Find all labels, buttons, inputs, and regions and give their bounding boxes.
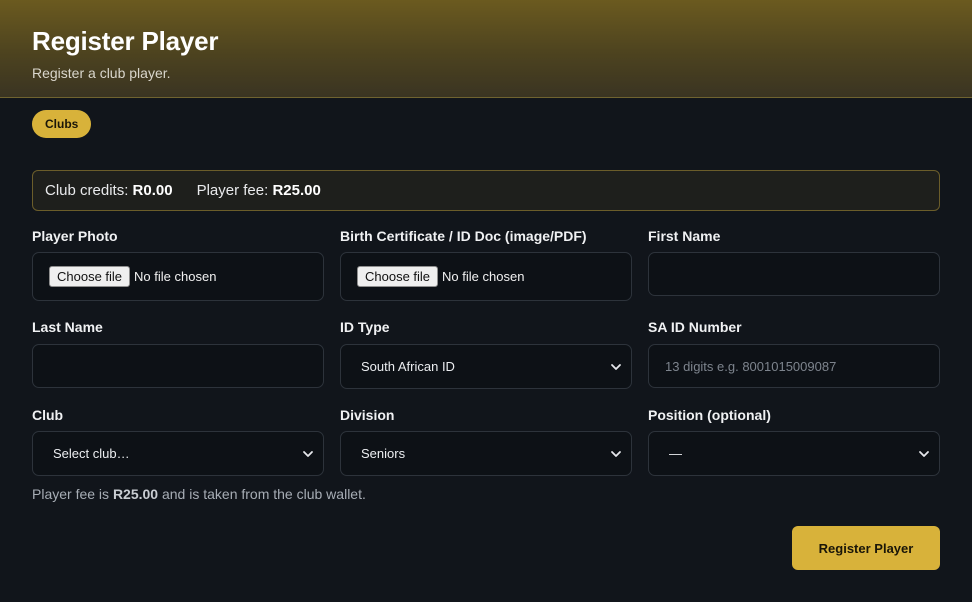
fee-note-amount: R25.00	[112, 486, 159, 502]
page-title: Register Player	[32, 26, 219, 56]
id-type-label: ID Type	[340, 319, 390, 335]
birth-doc-label: Birth Certificate / ID Doc (image/PDF)	[340, 228, 587, 244]
position-label: Position (optional)	[648, 407, 771, 423]
position-selected: —	[669, 446, 682, 461]
player-photo-status: No file chosen	[134, 269, 217, 284]
position-select[interactable]: —	[648, 431, 940, 476]
first-name-label: First Name	[648, 228, 721, 244]
sa-id-number-input[interactable]	[648, 344, 940, 388]
division-select[interactable]: Seniors	[340, 431, 632, 476]
player-fee-label: Player fee:	[196, 182, 269, 199]
division-label: Division	[340, 407, 395, 423]
club-credits-label: Club credits:	[45, 182, 129, 199]
player-photo-input[interactable]: Choose file No file chosen	[32, 252, 324, 301]
fee-note: Player fee is R25.00 and is taken from t…	[32, 486, 366, 502]
id-type-select[interactable]: South African ID	[340, 344, 632, 389]
chevron-down-icon	[611, 450, 621, 457]
last-name-input[interactable]	[32, 344, 324, 388]
first-name-input[interactable]	[648, 252, 940, 296]
fee-note-prefix: Player fee is	[32, 486, 110, 502]
sa-id-number-label: SA ID Number	[648, 319, 742, 335]
club-select[interactable]: Select club…	[32, 431, 324, 476]
page-header: Register Player Register a club player.	[0, 0, 972, 98]
id-type-selected: South African ID	[361, 359, 455, 374]
chevron-down-icon	[919, 450, 929, 457]
birth-doc-input[interactable]: Choose file No file chosen	[340, 252, 632, 301]
player-photo-label: Player Photo	[32, 228, 118, 244]
clubs-nav-button[interactable]: Clubs	[32, 110, 92, 138]
birth-doc-status: No file chosen	[442, 269, 525, 284]
credits-banner: Club credits: R0.00 Player fee: R25.00	[32, 170, 940, 211]
chevron-down-icon	[611, 363, 621, 370]
last-name-label: Last Name	[32, 319, 103, 335]
club-selected: Select club…	[53, 446, 130, 461]
club-label: Club	[32, 407, 64, 423]
register-player-button[interactable]: Register Player	[792, 526, 940, 570]
player-photo-choose-button[interactable]: Choose file	[49, 266, 131, 287]
club-credits-value: R0.00	[132, 182, 173, 199]
fee-note-suffix: and is taken from the club wallet.	[161, 486, 366, 502]
page-subtitle: Register a club player.	[32, 65, 171, 81]
chevron-down-icon	[303, 450, 313, 457]
birth-doc-choose-button[interactable]: Choose file	[357, 266, 439, 287]
player-fee-value: R25.00	[272, 182, 321, 199]
division-selected: Seniors	[361, 446, 406, 461]
